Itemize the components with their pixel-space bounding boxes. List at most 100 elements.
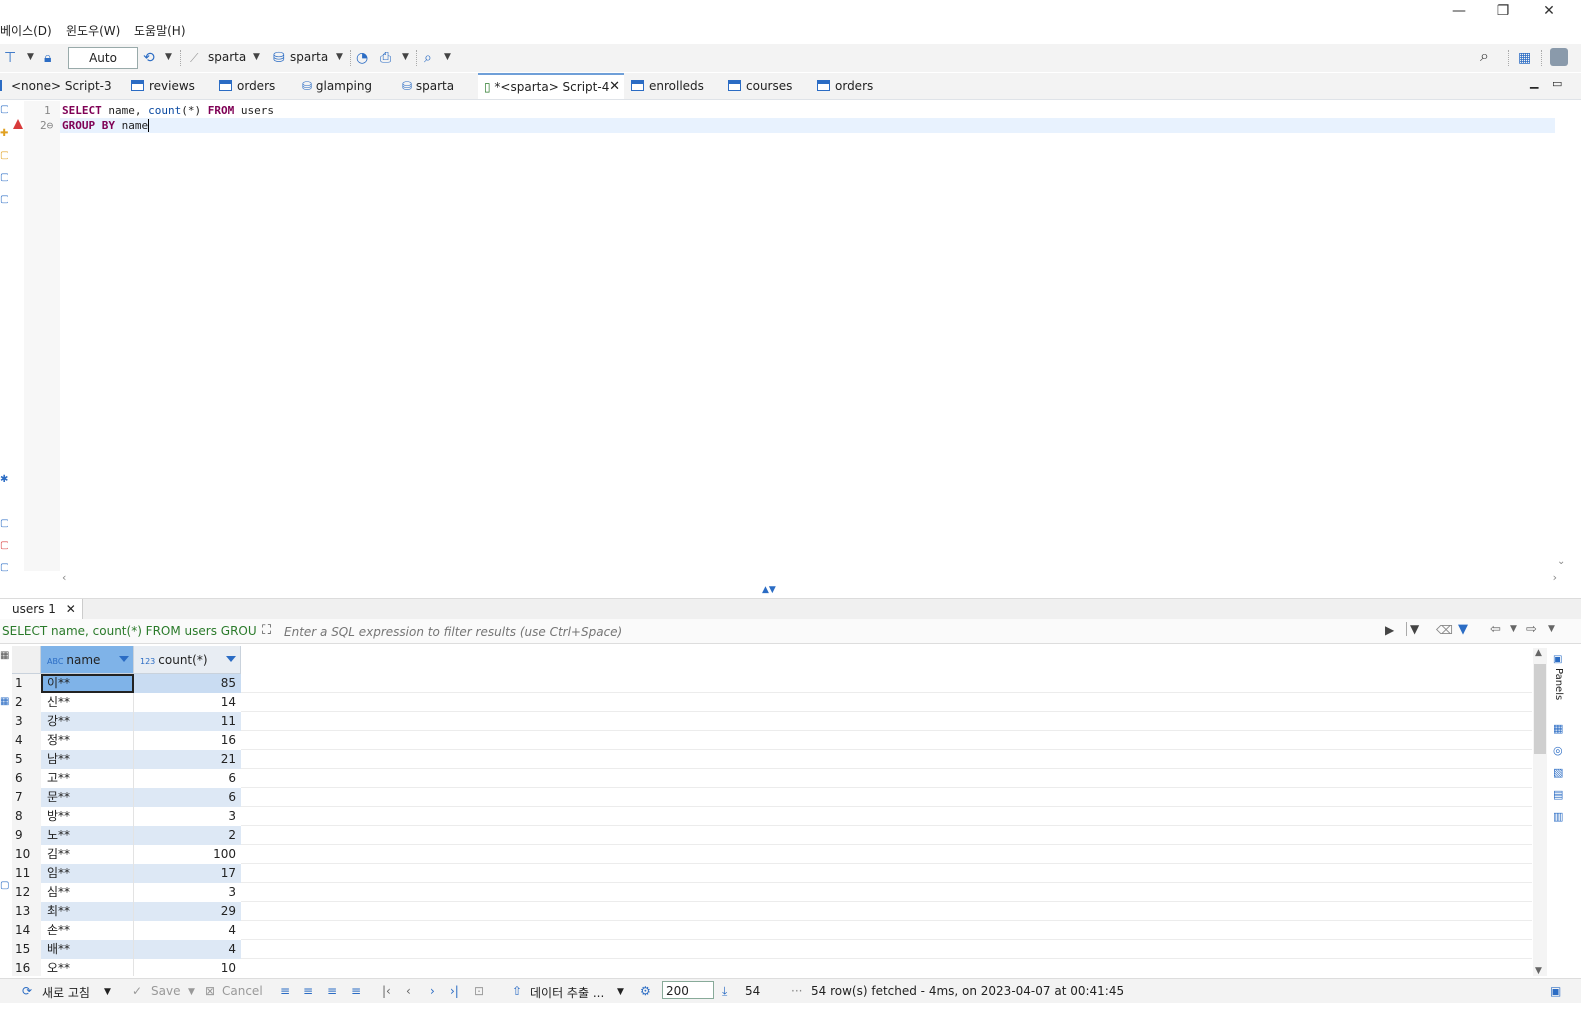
panels-label[interactable]: Panels <box>1553 668 1564 700</box>
cell-count[interactable]: 6 <box>134 788 241 807</box>
tab-script-3[interactable]: <none> Script-3 <box>0 73 112 99</box>
scroll-down-icon[interactable]: ▼ <box>1535 966 1542 976</box>
error-log-icon[interactable]: ▢ <box>0 540 8 551</box>
tab-glamping[interactable]: ⛁ glamping <box>302 73 372 99</box>
panel-toggle-icon[interactable]: ▣ <box>1550 984 1561 998</box>
scroll-right-icon[interactable]: › <box>1553 571 1557 584</box>
scroll-down-icon[interactable]: ⌄ <box>1557 556 1565 567</box>
chevron-down-icon[interactable]: ▼ <box>165 52 172 62</box>
fetch-all-icon[interactable]: ⊡ <box>474 984 484 998</box>
expand-icon[interactable]: ⛶ <box>262 623 271 638</box>
sql-editor[interactable] <box>24 101 1557 571</box>
edit-row-icon[interactable]: ≡ <box>280 984 290 998</box>
editor-horizontal-scrollbar[interactable]: ‹ › <box>62 571 1557 585</box>
cell-count[interactable]: 100 <box>134 845 241 864</box>
delete-row-icon[interactable]: ≡ <box>351 984 361 998</box>
tab-orders[interactable]: orders <box>219 73 275 99</box>
cell-name[interactable]: 최** <box>41 902 134 921</box>
export-icon[interactable]: ▢ <box>0 518 8 529</box>
record-tab-icon[interactable]: ▢ <box>0 880 9 891</box>
cell-count[interactable]: 2 <box>134 826 241 845</box>
cell-name[interactable]: 노** <box>41 826 134 845</box>
cell-count[interactable]: 11 <box>134 712 241 731</box>
history-panel-icon[interactable]: ▢ <box>0 562 8 573</box>
result-grid[interactable]: ABC name 123 count(*) 1 이** 85 2 신** 14 3 강** 11 4 정… <box>12 646 1532 976</box>
minimize-editor-icon[interactable]: ▁ <box>1530 76 1538 89</box>
table-row[interactable]: 14 손** 4 <box>12 921 1532 940</box>
table-row[interactable]: 16 오** 10 <box>12 959 1532 976</box>
cell-name[interactable]: 신** <box>41 693 134 712</box>
maximize-editor-icon[interactable]: ▭ <box>1552 77 1562 90</box>
panels-icon[interactable]: ▣ <box>1553 654 1562 665</box>
search-icon[interactable]: ⌕ <box>424 50 432 66</box>
close-window-button[interactable]: ✕ <box>1526 0 1572 22</box>
chevron-down-icon[interactable]: ▼ <box>402 52 409 62</box>
cell-count[interactable]: 3 <box>134 807 241 826</box>
cell-name[interactable]: 문** <box>41 788 134 807</box>
grid-vertical-scrollbar[interactable]: ▲ ▼ <box>1533 648 1547 976</box>
transaction-mode-icon[interactable]: ⊤ <box>4 50 16 66</box>
minimize-button[interactable]: — <box>1436 0 1482 22</box>
table-row[interactable]: 2 신** 14 <box>12 693 1532 712</box>
add-icon[interactable]: ✚ <box>0 128 8 139</box>
table-row[interactable]: 7 문** 6 <box>12 788 1532 807</box>
menu-window[interactable]: 윈도우(W) <box>66 22 120 39</box>
tab-enrolleds[interactable]: enrolleds <box>631 73 704 99</box>
back-icon[interactable]: ⇦ <box>1490 622 1501 637</box>
cell-name[interactable]: 남** <box>41 750 134 769</box>
cell-name[interactable]: 손** <box>41 921 134 940</box>
tab-users-1[interactable]: users 1 ✕ <box>0 599 83 619</box>
chevron-down-icon[interactable]: ▼ <box>104 987 111 997</box>
tab-reviews[interactable]: reviews <box>131 73 195 99</box>
cell-name[interactable]: 고** <box>41 769 134 788</box>
last-page-icon[interactable]: ›| <box>450 984 459 998</box>
cell-count[interactable]: 85 <box>134 674 241 693</box>
sash-toggle-icon[interactable]: ▲▼ <box>762 585 776 595</box>
menu-help[interactable]: 도움말(H) <box>134 22 186 39</box>
cell-count[interactable]: 16 <box>134 731 241 750</box>
menu-database[interactable]: 베이스(D) <box>0 22 52 39</box>
fetch-size-input[interactable]: 200 <box>662 981 714 999</box>
cell-name[interactable]: 심** <box>41 883 134 902</box>
scroll-left-icon[interactable]: ‹ <box>62 571 66 584</box>
filter-icon[interactable]: ▼ <box>1458 622 1468 637</box>
outline-icon[interactable]: ▢ <box>0 104 8 115</box>
next-page-icon[interactable]: › <box>430 984 435 998</box>
cell-name[interactable]: 이** <box>41 674 134 693</box>
tab-courses[interactable]: courses <box>728 73 792 99</box>
scroll-up-icon[interactable]: ▲ <box>1535 648 1542 658</box>
text-view-icon[interactable]: ▧ <box>1553 766 1563 779</box>
cell-count[interactable]: 17 <box>134 864 241 883</box>
cell-count[interactable]: 14 <box>134 693 241 712</box>
refresh-button[interactable]: 새로 고침 <box>42 984 90 1001</box>
template-icon[interactable]: ▢ <box>0 194 8 205</box>
export-data-button[interactable]: 데이터 추출 ... <box>530 984 604 1001</box>
chevron-down-icon[interactable]: ▼ <box>617 987 624 997</box>
close-tab-icon[interactable]: ✕ <box>609 75 620 99</box>
sort-icon[interactable] <box>226 656 236 662</box>
chevron-down-icon[interactable]: ▼ <box>188 987 195 997</box>
code-line-1[interactable]: SELECT name, count(*) FROM users <box>62 104 274 117</box>
previous-page-icon[interactable]: ‹ <box>406 984 411 998</box>
grid-tab-icon[interactable]: ▦ <box>0 650 9 661</box>
add-row-icon[interactable]: ≡ <box>303 984 313 998</box>
cell-count[interactable]: 10 <box>134 959 241 976</box>
code-line-2[interactable]: GROUP BY name <box>62 119 150 132</box>
tab-script-4[interactable]: ▯ *<sparta> Script-4 ✕ <box>478 73 624 99</box>
scroll-thumb[interactable] <box>1534 664 1546 754</box>
filter-input[interactable] <box>282 622 1386 642</box>
perspective-icon[interactable]: ▦ <box>1518 50 1531 66</box>
cell-count[interactable]: 29 <box>134 902 241 921</box>
cell-name[interactable]: 오** <box>41 959 134 976</box>
cell-name[interactable]: 임** <box>41 864 134 883</box>
cell-name[interactable]: 강** <box>41 712 134 731</box>
schema-selector[interactable]: sparta <box>290 50 328 64</box>
lock-icon[interactable]: 🔒︎ <box>44 50 51 66</box>
table-row[interactable]: 15 배** 4 <box>12 940 1532 959</box>
dashboard-icon[interactable]: ◔ <box>356 50 368 66</box>
row-count-icon[interactable]: ⤓ <box>722 984 727 999</box>
table-row[interactable]: 1 이** 85 <box>12 674 1532 693</box>
table-layout-icon[interactable]: ▤ <box>1553 788 1563 801</box>
settings-gear-icon[interactable]: ⚙ <box>640 984 651 998</box>
error-marker-icon[interactable] <box>13 119 23 129</box>
